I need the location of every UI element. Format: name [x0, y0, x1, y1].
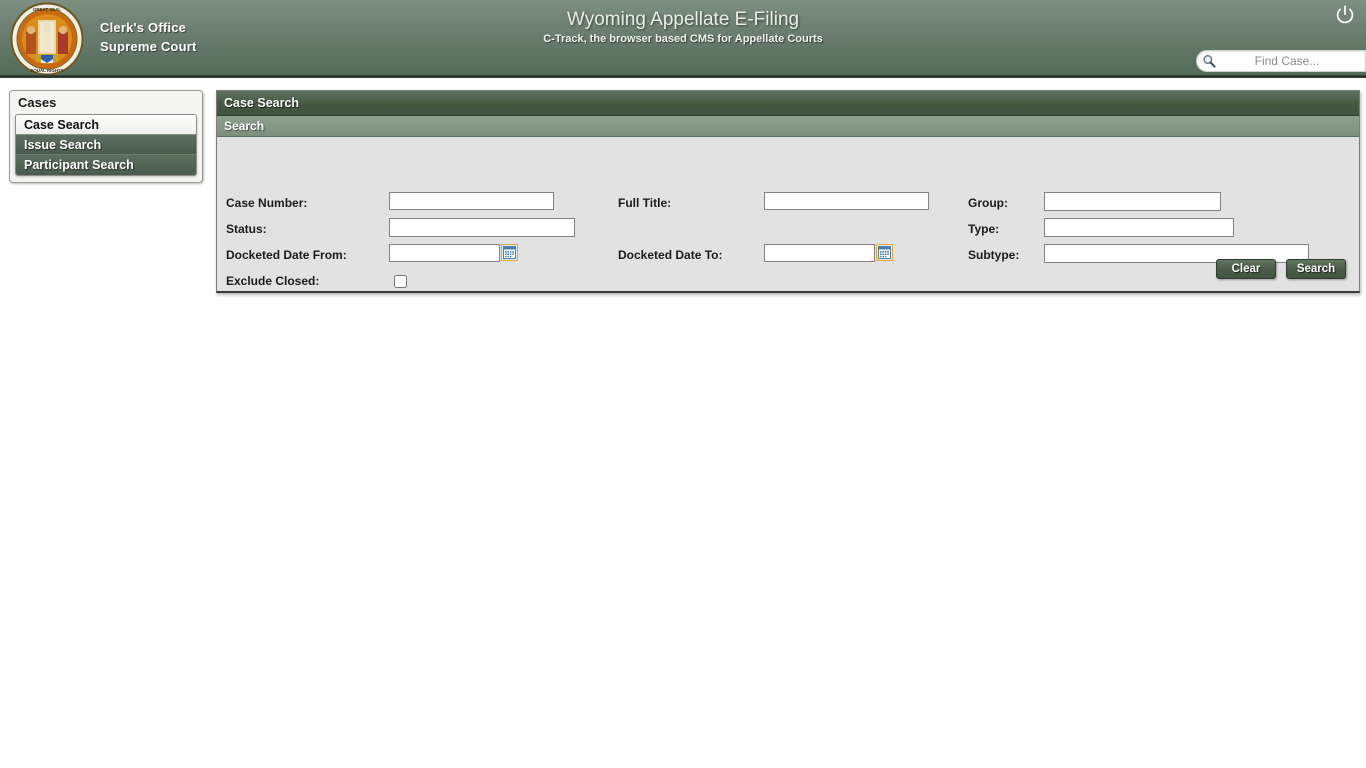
- type-select-wrap: [1044, 218, 1234, 237]
- sidebar-item-label: Case Search: [24, 118, 100, 132]
- brand-line-2: Supreme Court: [100, 39, 197, 54]
- status-label: Status:: [226, 222, 267, 236]
- exclude-closed-label: Exclude Closed:: [226, 274, 320, 288]
- svg-text:GREAT SEAL: GREAT SEAL: [33, 7, 61, 12]
- form-button-row: Clear Search: [1216, 259, 1346, 279]
- sidebar-menu: Case Search Issue Search Participant Sea…: [15, 114, 197, 176]
- sidebar-item-participant-search[interactable]: Participant Search: [16, 155, 196, 175]
- docketed-date-to-label: Docketed Date To:: [618, 248, 723, 262]
- search-button[interactable]: Search: [1286, 259, 1346, 279]
- full-title-input[interactable]: [764, 192, 929, 210]
- subtype-label: Subtype:: [968, 248, 1020, 262]
- type-label: Type:: [968, 222, 1000, 236]
- exclude-closed-checkbox[interactable]: [394, 275, 407, 288]
- sidebar-item-label: Issue Search: [24, 138, 102, 152]
- brand-line-1: Clerk's Office: [100, 20, 187, 35]
- case-search-form: Case Number: Full Title: Group: Status: …: [217, 137, 1359, 291]
- group-select-wrap: [1044, 192, 1221, 211]
- case-search-panel: Case Search Search Case Number: Full Tit…: [216, 90, 1360, 293]
- sidebar-title: Cases: [10, 91, 202, 114]
- find-case-search[interactable]: [1196, 50, 1366, 72]
- section-title-search: Search: [217, 116, 1359, 137]
- app-title-block: Wyoming Appellate E-Filing C-Track, the …: [0, 8, 1366, 47]
- sidebar-item-case-search[interactable]: Case Search: [16, 115, 196, 135]
- type-select[interactable]: [1044, 218, 1234, 237]
- sidebar-item-label: Participant Search: [24, 158, 134, 172]
- page-title: Wyoming Appellate E-Filing: [566, 9, 800, 30]
- docketed-date-to-input[interactable]: [764, 244, 875, 262]
- app-header: GREAT SEAL EQUAL RIGHTS Clerk's Office S…: [0, 0, 1366, 78]
- calendar-icon-from[interactable]: [501, 244, 518, 261]
- search-icon: [1197, 54, 1221, 68]
- status-select[interactable]: [389, 218, 575, 237]
- case-number-label: Case Number:: [226, 196, 308, 210]
- group-label: Group:: [968, 196, 1008, 210]
- panel-title: Case Search: [217, 91, 1359, 116]
- docketed-date-from-label: Docketed Date From:: [226, 248, 347, 262]
- docketed-date-from-input[interactable]: [389, 244, 500, 262]
- brand-title: Clerk's Office Supreme Court: [100, 18, 197, 56]
- case-number-input[interactable]: [389, 192, 554, 210]
- clear-button[interactable]: Clear: [1216, 259, 1276, 279]
- page-subtitle: C-Track, the browser based CMS for Appel…: [543, 33, 823, 45]
- wyoming-state-seal: GREAT SEAL EQUAL RIGHTS: [10, 2, 84, 75]
- calendar-icon: [878, 246, 891, 259]
- sidebar-item-issue-search[interactable]: Issue Search: [16, 135, 196, 155]
- power-icon[interactable]: [1334, 4, 1356, 26]
- find-case-input[interactable]: [1221, 54, 1353, 68]
- group-select[interactable]: [1044, 192, 1221, 211]
- status-select-wrap: [389, 218, 575, 237]
- svg-text:EQUAL RIGHTS: EQUAL RIGHTS: [30, 68, 63, 73]
- sidebar: Cases Case Search Issue Search Participa…: [9, 90, 203, 183]
- calendar-icon-to[interactable]: [876, 244, 893, 261]
- full-title-label: Full Title:: [618, 196, 672, 210]
- calendar-icon: [503, 246, 516, 259]
